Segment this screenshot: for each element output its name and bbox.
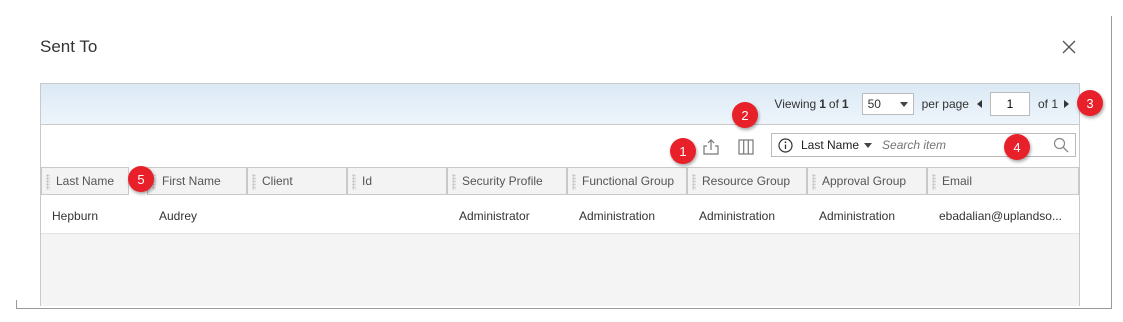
grid-toolbar: Last Name xyxy=(41,125,1079,167)
per-page-select[interactable]: 50 xyxy=(861,93,914,115)
chevron-down-icon xyxy=(864,142,873,148)
column-header-last-name[interactable]: Last Name xyxy=(41,167,129,195)
page-of-label: of 1 xyxy=(1037,97,1058,111)
column-header-approval-group[interactable]: Approval Group xyxy=(807,167,927,195)
previous-page-icon[interactable] xyxy=(976,100,982,108)
search-field-label: Last Name xyxy=(801,138,860,152)
callout-badge-4: 4 xyxy=(1004,134,1030,160)
cell-first-name: Audrey xyxy=(159,209,198,223)
viewing-total: 1 xyxy=(841,97,849,111)
search-box: Last Name xyxy=(771,133,1076,157)
viewing-current: 1 xyxy=(819,97,826,111)
callout-badge-2: 2 xyxy=(732,102,758,128)
pager: Viewing 1 of 1 50 per page of 1 xyxy=(774,92,1069,116)
column-header-security-profile[interactable]: Security Profile xyxy=(447,167,567,195)
dialog-border xyxy=(16,300,17,309)
cell-resource-group: Administration xyxy=(699,209,776,223)
callout-badge-1: 1 xyxy=(670,138,696,164)
cell-functional-group: Administration xyxy=(579,209,656,223)
page-number-input[interactable] xyxy=(989,92,1030,116)
info-icon[interactable] xyxy=(778,137,793,153)
dialog-title: Sent To xyxy=(40,37,98,56)
close-icon[interactable] xyxy=(1060,38,1078,56)
viewing-label: Viewing xyxy=(774,97,817,111)
chevron-down-icon xyxy=(899,101,908,107)
columns-icon[interactable] xyxy=(736,137,756,157)
column-header-resource-group[interactable]: Resource Group xyxy=(687,167,807,195)
callout-badge-5: 5 xyxy=(128,166,154,192)
per-page-label: per page xyxy=(921,97,969,111)
column-header-first-name[interactable]: First Name xyxy=(147,167,247,195)
callout-badge-3: 3 xyxy=(1077,90,1103,116)
dialog-border xyxy=(1111,16,1112,309)
grid-panel: Viewing 1 of 1 50 per page of 1 xyxy=(40,83,1080,306)
search-field-select[interactable]: Last Name xyxy=(801,138,873,152)
column-header-functional-group[interactable]: Functional Group xyxy=(567,167,687,195)
column-header-id[interactable]: Id xyxy=(347,167,447,195)
magnifier-icon[interactable] xyxy=(1053,137,1069,153)
pager-bar: Viewing 1 of 1 50 per page of 1 xyxy=(41,84,1079,125)
cell-approval-group: Administration xyxy=(819,209,896,223)
viewing-of-label: of xyxy=(828,97,839,111)
table-header: Last Name First Name Client Id Security … xyxy=(41,167,1079,197)
column-header-email[interactable]: Email xyxy=(927,167,1079,195)
dialog-border xyxy=(16,308,1112,309)
export-icon[interactable] xyxy=(701,137,721,157)
cell-security-profile: Administrator xyxy=(459,209,530,223)
per-page-value: 50 xyxy=(867,97,881,111)
cell-email: ebadalian@uplandso... xyxy=(939,209,1062,223)
column-header-client[interactable]: Client xyxy=(247,167,347,195)
next-page-icon[interactable] xyxy=(1064,100,1069,108)
cell-last-name: Hepburn xyxy=(52,209,99,223)
search-input[interactable] xyxy=(880,137,1025,153)
table-row[interactable]: Hepburn Audrey Administrator Administrat… xyxy=(41,197,1079,234)
